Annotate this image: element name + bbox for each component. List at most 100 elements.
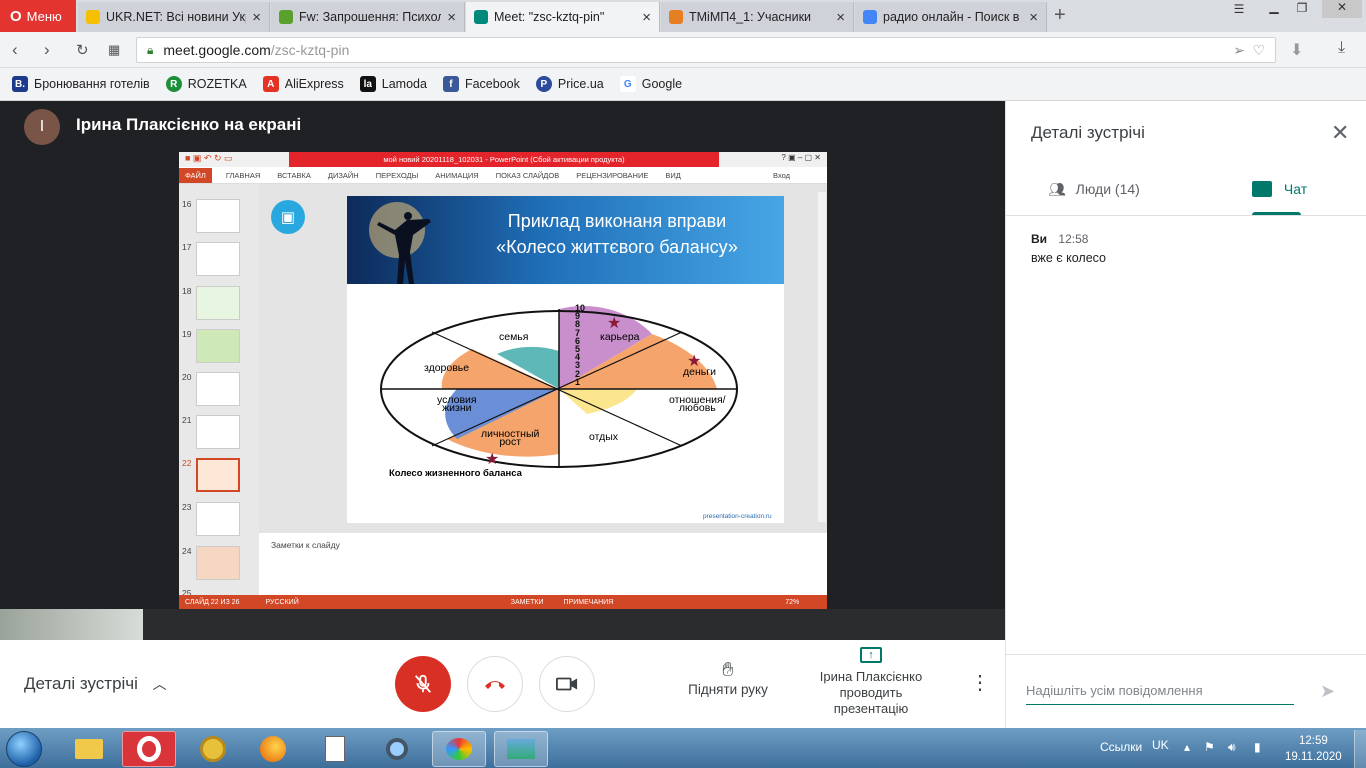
browser-tab-meet[interactable]: Meet: "zsc-kztq-pin" ×	[466, 2, 660, 32]
bookmark-price[interactable]: P Price.ua	[535, 76, 604, 92]
paint-taskbar-icon[interactable]	[432, 731, 486, 767]
scale-tick: 1	[575, 376, 581, 387]
wheel-label-career: карьера	[600, 331, 640, 343]
tray-expand-icon[interactable]: ▴	[1184, 740, 1190, 754]
self-view-tile[interactable]	[0, 609, 143, 640]
close-tab-icon[interactable]: ×	[642, 9, 651, 26]
forward-icon[interactable]: ›	[44, 40, 50, 60]
close-window-button[interactable]: ✕	[1322, 0, 1362, 18]
ppt-ribbon-tab: ПОКАЗ СЛАЙДОВ	[495, 170, 560, 180]
reload-icon[interactable]: ↻	[76, 41, 89, 59]
wheel-caption: Колесо жизненного баланса	[389, 468, 522, 479]
bookmark-label: AliExpress	[284, 77, 344, 91]
raise-hand-button[interactable]: ✋︎ Підняти руку	[686, 658, 770, 697]
phone-hangup-icon	[485, 681, 505, 689]
slide-thumbnail	[196, 546, 240, 580]
back-icon[interactable]: ‹	[12, 40, 18, 60]
network-icon[interactable]: ⚑	[1204, 740, 1215, 754]
wheel-label-health: здоровье	[424, 362, 470, 374]
bookmark-rozetka[interactable]: R ROZETKA	[165, 76, 247, 92]
firefox-taskbar-icon[interactable]	[246, 731, 300, 767]
ppt-ribbon-tab: АНИМАЦИЯ	[435, 170, 479, 180]
bookmark-lamoda[interactable]: la Lamoda	[359, 76, 427, 92]
language-indicator[interactable]: UK	[1152, 738, 1169, 752]
search-taskbar-icon[interactable]	[370, 731, 424, 767]
bookmark-aliexpress[interactable]: A AliExpress	[262, 76, 344, 92]
send-page-icon[interactable]: ➢	[1233, 42, 1245, 59]
list-item: 25	[182, 588, 242, 595]
presentation-icon: ▣	[271, 200, 305, 234]
bookmark-heart-icon[interactable]: ♡	[1252, 42, 1265, 59]
links-toolbar[interactable]: Ссылки	[1100, 740, 1142, 754]
present-screen-icon: ↑	[860, 647, 882, 663]
clock-time: 12:59	[1298, 735, 1328, 747]
ppt-ribbon-tab: ПЕРЕХОДЫ	[375, 170, 419, 180]
list-item: 16	[182, 199, 242, 235]
thumb-number: 23	[182, 502, 192, 512]
slide-scrollbar[interactable]	[818, 192, 826, 522]
divider	[1006, 654, 1366, 655]
chevron-up-icon: ︿	[152, 676, 167, 692]
minimize-window-button[interactable]: ▁	[1262, 0, 1286, 18]
notepad-taskbar-icon[interactable]	[308, 731, 362, 767]
camera-button[interactable]	[539, 656, 595, 712]
maximize-window-button[interactable]: ❐	[1290, 1, 1314, 19]
tab-chat[interactable]: Чат	[1252, 181, 1307, 197]
bookmark-facebook[interactable]: f Facebook	[442, 76, 520, 92]
system-clock[interactable]: 12:59 19.11.2020	[1285, 733, 1342, 765]
close-tab-icon[interactable]: ×	[1029, 9, 1038, 26]
slide-thumbnail	[196, 372, 240, 406]
speed-dial-icon[interactable]: ▦	[108, 42, 120, 58]
wheel-label-money: деньги	[683, 366, 716, 378]
download-arrow-icon[interactable]: ⬇	[1290, 40, 1303, 60]
close-tab-icon[interactable]: ×	[836, 9, 845, 26]
close-tab-icon[interactable]: ×	[252, 9, 261, 26]
scale-labels: 10 9 8 7 6 5 4 3 2 1	[575, 303, 585, 387]
bookmark-booking[interactable]: B. Бронювання готелів	[12, 76, 150, 92]
url-field[interactable]: 🔒︎ meet.google.com /zsc-kztq-pin ➢ ♡	[136, 37, 1276, 63]
new-tab-button[interactable]: +	[1054, 4, 1066, 27]
ppt-ribbon-tab: РЕЦЕНЗИРОВАНИЕ	[576, 170, 649, 180]
browser-tab-google[interactable]: радио онлайн - Поиск в G ×	[855, 2, 1047, 32]
opera-taskbar-icon[interactable]	[122, 731, 176, 767]
moodle-favicon-icon	[669, 10, 683, 24]
browser-tab-ukrnet[interactable]: UKR.NET: Всі новини Укра ×	[78, 2, 270, 32]
clock-date: 19.11.2020	[1285, 751, 1342, 763]
send-icon[interactable]: ➤	[1320, 681, 1335, 702]
meeting-details-button[interactable]: Деталі зустрічі ︿	[24, 674, 167, 694]
hang-up-button[interactable]	[467, 656, 523, 712]
browser-tab-mail[interactable]: Fw: Запрошення: Психолс ×	[271, 2, 465, 32]
photo-viewer-taskbar-icon[interactable]	[494, 731, 548, 767]
more-options-icon[interactable]: ⋮	[970, 670, 990, 695]
opera-menu-button[interactable]: O Меню	[0, 0, 76, 32]
chrome-taskbar-icon[interactable]	[186, 731, 240, 767]
start-button[interactable]	[6, 731, 42, 767]
list-item: 17	[182, 242, 242, 278]
svg-text:★: ★	[607, 315, 621, 332]
thumb-number: 25	[182, 588, 192, 595]
presenter-label: Ірина Плаксієнко на екрані	[76, 115, 302, 134]
tab-people[interactable]: 👥︎ Люди (14)	[1048, 181, 1140, 198]
chat-bubble-icon	[1252, 181, 1272, 197]
volume-icon[interactable]: 🔊︎	[1228, 740, 1236, 755]
close-icon[interactable]: ✕	[1331, 120, 1349, 146]
wheel-label-line: жизни	[442, 402, 472, 414]
tab-menu-icon[interactable]: ☰	[1228, 2, 1250, 20]
booking-icon: B.	[12, 76, 28, 92]
bookmark-google[interactable]: G Google	[619, 76, 682, 92]
status-notes: ЗАМЕТКИ	[510, 598, 544, 606]
presenting-now-button[interactable]: ↑ Ірина Плаксієнко проводить презентацію	[812, 647, 930, 717]
power-icon[interactable]: ▮	[1254, 740, 1261, 754]
tab-label: UKR.NET: Всі новини Укра	[106, 10, 247, 24]
meet-favicon-icon	[474, 10, 488, 24]
browser-tab-moodle[interactable]: ТМіМП4_1: Учасники ×	[661, 2, 854, 32]
downloads-icon[interactable]: ⤓	[1338, 39, 1345, 57]
slide-thumbnail	[196, 329, 240, 363]
show-desktop-button[interactable]	[1354, 730, 1366, 768]
chat-input[interactable]: Надішліть усім повідомлення	[1026, 683, 1294, 705]
microphone-off-button[interactable]	[395, 656, 451, 712]
svg-text:★: ★	[485, 451, 499, 468]
details-label: Деталі зустрічі	[24, 674, 138, 693]
explorer-taskbar-icon[interactable]	[62, 731, 116, 767]
close-tab-icon[interactable]: ×	[447, 9, 456, 26]
